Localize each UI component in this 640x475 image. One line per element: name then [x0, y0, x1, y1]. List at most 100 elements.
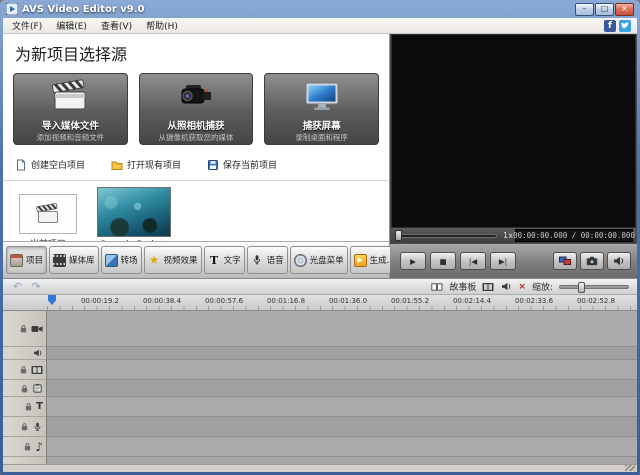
close-button[interactable]: × [615, 3, 634, 16]
maximize-button[interactable]: □ [595, 3, 614, 16]
timeline-track[interactable] [47, 397, 637, 417]
track-header-clipboard[interactable] [3, 380, 46, 397]
tab-voice[interactable]: 语音 [247, 246, 288, 274]
save-project-link[interactable]: 保存当前项目 [207, 158, 277, 171]
play-button[interactable]: ▶ [400, 252, 426, 270]
track-header-column: T ♪ [3, 311, 47, 464]
seek-handle[interactable] [395, 230, 402, 241]
lock-icon[interactable] [19, 365, 28, 374]
capture-screen-card[interactable]: 捕获屏幕 录制桌面和程序 [264, 73, 379, 145]
text-track-icon: T [36, 402, 43, 412]
storyboard-icon[interactable] [431, 281, 443, 292]
track-header-music[interactable]: ♪ [3, 437, 46, 457]
timeline-track[interactable] [47, 347, 637, 360]
menu-edit[interactable]: 编辑(E) [49, 18, 94, 33]
speaker-icon[interactable] [500, 281, 512, 292]
next-frame-button[interactable]: ▶| [490, 252, 516, 270]
monitor-icon [265, 76, 378, 116]
current-project-thumbnail [19, 194, 77, 234]
voice-mic-icon [32, 422, 43, 432]
timeline-tracks: T ♪ [3, 311, 637, 464]
tab-transitions[interactable]: 转场 [101, 246, 142, 274]
lock-icon[interactable] [20, 422, 29, 431]
timeline-track[interactable] [47, 437, 637, 457]
video-camera-icon [31, 324, 43, 334]
track-content-area [47, 311, 637, 464]
playback-speed: 1x [503, 231, 513, 240]
facebook-icon[interactable]: f [604, 20, 616, 32]
divider [3, 180, 389, 181]
ruler-label: 00:02:33.6 [515, 297, 553, 305]
menu-file[interactable]: 文件(F) [5, 18, 49, 33]
disc-icon [294, 254, 307, 267]
minimize-button[interactable]: – [575, 3, 594, 16]
lock-icon[interactable] [24, 402, 33, 411]
lock-icon[interactable] [20, 384, 29, 393]
import-media-card[interactable]: 导入媒体文件 添加视频和音频文件 [13, 73, 128, 145]
current-project-item[interactable]: 当前项目 [19, 194, 77, 241]
dual-screen-button[interactable] [553, 252, 577, 270]
text-icon: T [208, 254, 221, 267]
import-media-sublabel: 添加视频和音频文件 [16, 132, 125, 143]
volume-button[interactable] [607, 252, 631, 270]
seek-slider[interactable] [397, 234, 497, 238]
zoom-handle[interactable] [578, 282, 585, 293]
storyboard-label[interactable]: 故事板 [449, 280, 476, 293]
window-title: AVS Video Editor v9.0 [22, 4, 571, 15]
preview-screen [391, 34, 636, 228]
timecode-display: 00:00:00.000 / 00:00:00.000 [515, 229, 633, 242]
track-header-text[interactable]: T [3, 397, 46, 417]
welcome-panel: 为新项目选择源 [3, 34, 390, 241]
timeline-track[interactable] [47, 360, 637, 380]
folder-icon [111, 159, 123, 171]
film-icon[interactable] [482, 281, 494, 292]
lock-icon[interactable] [23, 442, 32, 451]
lock-icon[interactable] [19, 324, 28, 333]
tab-media-library[interactable]: 媒体库 [49, 246, 99, 274]
timeline-track[interactable] [47, 380, 637, 397]
twitter-icon[interactable] [619, 20, 631, 32]
track-header-overlay[interactable] [3, 360, 46, 380]
transition-icon [105, 254, 118, 267]
tab-video-effects[interactable]: ★视频效果 [144, 246, 202, 274]
create-blank-project-link[interactable]: 创建空白项目 [15, 158, 85, 171]
menu-help[interactable]: 帮助(H) [139, 18, 185, 33]
capture-camera-sublabel: 从摄像机获取您的媒体 [142, 132, 251, 143]
resize-grip[interactable] [625, 465, 635, 471]
tab-project[interactable]: 项目 [6, 246, 47, 274]
track-header-voice[interactable] [3, 417, 46, 437]
audio-speaker-icon [33, 349, 43, 357]
tab-text[interactable]: T文字 [204, 246, 245, 274]
recent-projects: 当前项目 Sample Project [19, 187, 389, 241]
previous-frame-button[interactable]: |◀ [460, 252, 486, 270]
preview-panel: 1x 00:00:00.000 / 00:00:00.000 ▶ ■ |◀ ▶| [390, 34, 637, 278]
stop-button[interactable]: ■ [430, 252, 456, 270]
project-icon [10, 254, 23, 267]
filmstrip-icon [53, 254, 66, 267]
main-tabs: 项目 媒体库 转场 ★视频效果 T文字 语音 光盘菜单 ▶生成... [3, 241, 390, 278]
ruler-label: 00:02:52.8 [577, 297, 615, 305]
sample-project-thumbnail [97, 187, 171, 237]
timeline-toolbar: ↶ ↷ 故事板 × 缩放: [3, 278, 637, 295]
sample-project-item[interactable]: Sample Project [97, 187, 171, 241]
undo-button[interactable]: ↶ [13, 281, 22, 292]
playhead-marker[interactable] [48, 295, 56, 305]
open-project-link[interactable]: 打开现有项目 [111, 158, 181, 171]
tab-disc-menu[interactable]: 光盘菜单 [290, 246, 348, 274]
zoom-slider[interactable] [559, 285, 629, 289]
redo-button[interactable]: ↷ [31, 281, 40, 292]
ruler-label: 00:02:14.4 [453, 297, 491, 305]
source-cards: 导入媒体文件 添加视频和音频文件 [13, 73, 379, 145]
capture-camera-card[interactable]: 从照相机捕获 从摄像机获取您的媒体 [139, 73, 254, 145]
timeline-ruler[interactable]: 00:00:19.2 00:00:38.4 00:00:57.6 00:01:1… [3, 295, 637, 311]
timeline-track[interactable] [47, 311, 637, 347]
delete-object-button[interactable]: × [518, 282, 526, 292]
snapshot-button[interactable] [580, 252, 604, 270]
track-header-audio[interactable] [3, 347, 46, 360]
track-header-video[interactable] [3, 311, 46, 347]
menu-view[interactable]: 查看(V) [94, 18, 139, 33]
music-note-icon: ♪ [35, 441, 43, 453]
microphone-icon [251, 254, 264, 267]
ruler-label: 00:00:57.6 [205, 297, 243, 305]
timeline-track[interactable] [47, 417, 637, 437]
